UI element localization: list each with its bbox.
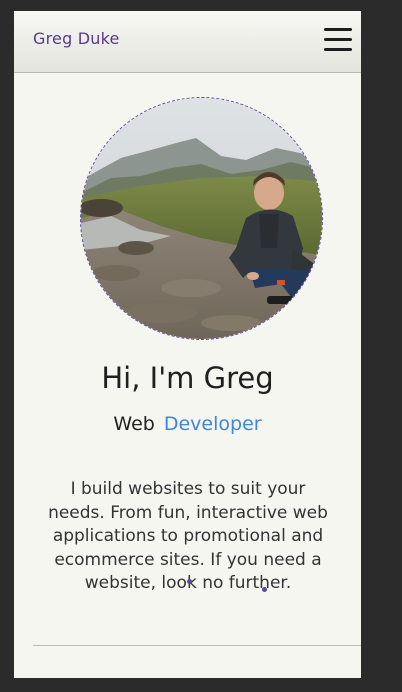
menu-bar-middle bbox=[324, 38, 352, 41]
section-divider bbox=[33, 645, 361, 646]
decorative-dot bbox=[187, 579, 192, 584]
page-frame: Greg Duke Hi, I'm Greg Web Developer I b… bbox=[14, 11, 361, 678]
hamburger-menu-icon[interactable] bbox=[324, 27, 352, 53]
brand-link[interactable]: Greg Duke bbox=[33, 29, 120, 48]
avatar-photo bbox=[81, 98, 322, 339]
role-line: Web Developer bbox=[14, 413, 361, 435]
role-highlight: Developer bbox=[163, 413, 262, 435]
navbar: Greg Duke bbox=[14, 11, 361, 73]
page-title: Hi, I'm Greg bbox=[101, 361, 274, 395]
menu-bar-top bbox=[324, 28, 352, 31]
menu-bar-bottom bbox=[324, 48, 352, 51]
decorative-dot bbox=[262, 587, 267, 592]
role-prefix: Web bbox=[113, 413, 155, 435]
avatar bbox=[80, 97, 323, 340]
bio-text: I build websites to suit your needs. Fro… bbox=[48, 479, 328, 593]
